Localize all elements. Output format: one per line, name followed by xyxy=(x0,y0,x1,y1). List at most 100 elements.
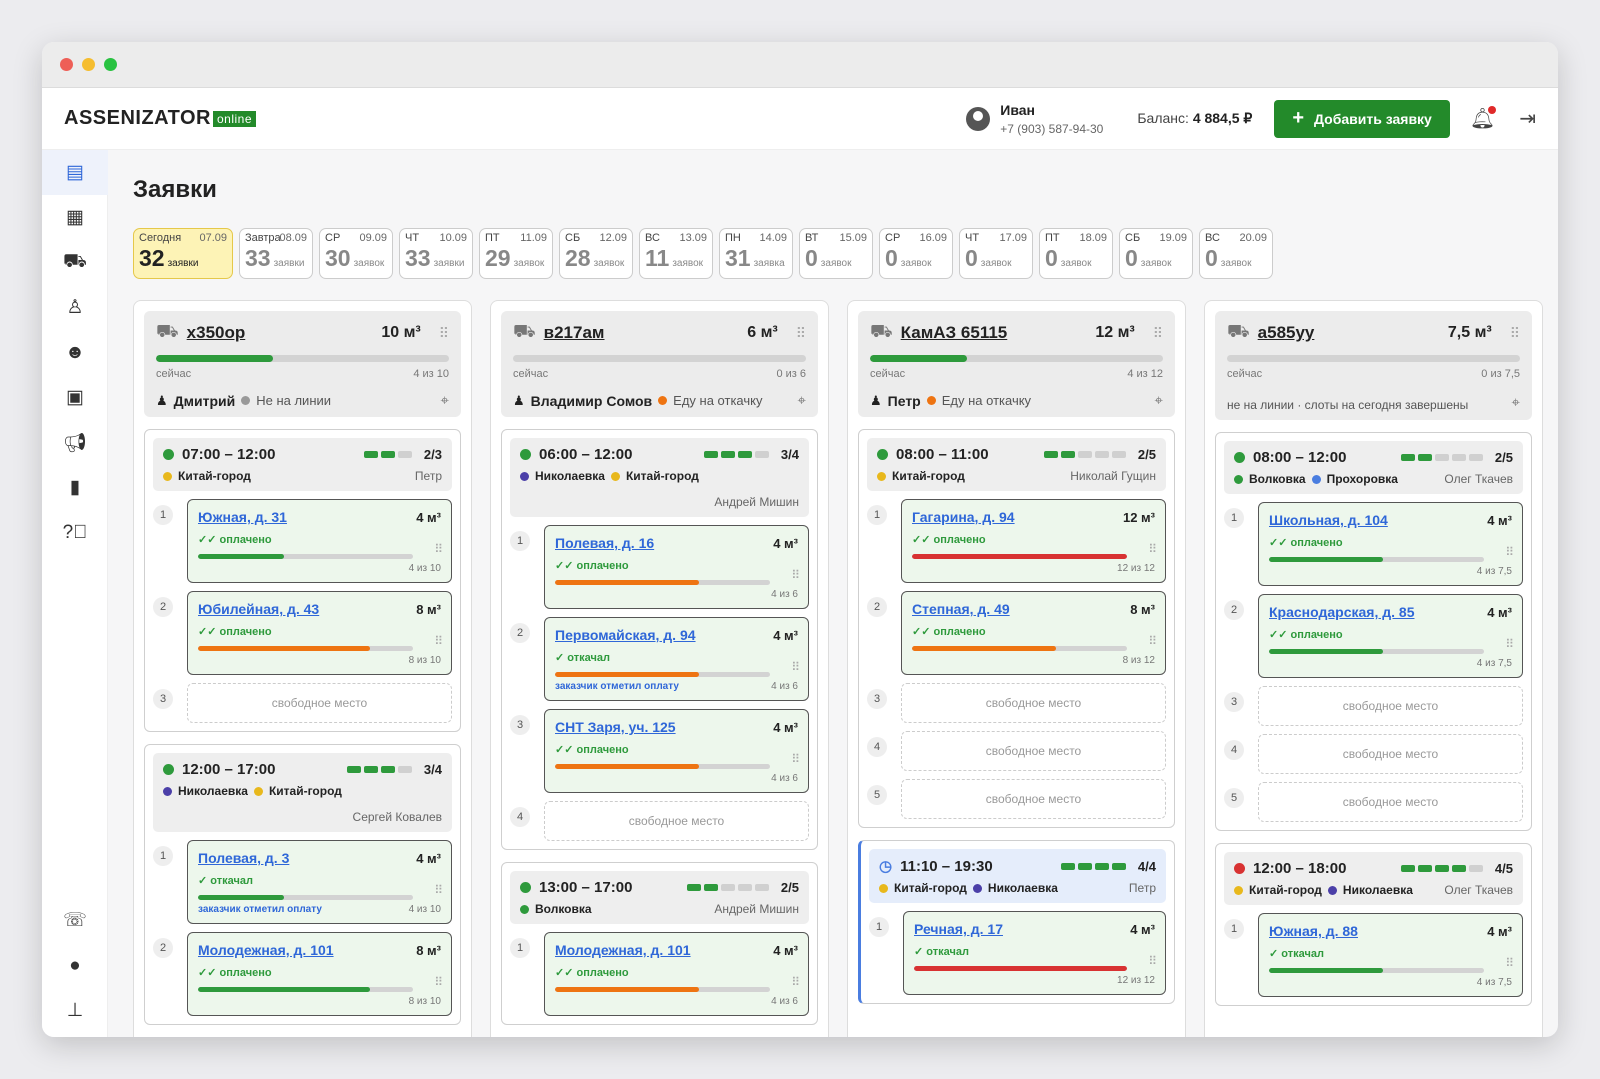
order-address-link[interactable]: Гагарина, д. 94 xyxy=(912,509,1015,525)
truck-plate[interactable]: х350ор xyxy=(187,323,246,343)
day-tab[interactable]: СР 09.09 30 заявок xyxy=(319,228,393,279)
drag-handle-icon[interactable]: ⠿ xyxy=(434,975,443,989)
day-tab[interactable]: СБ 12.09 28 заявок xyxy=(559,228,633,279)
sidebar-wallet-icon[interactable]: ▣ xyxy=(42,375,108,420)
order-address-link[interactable]: Краснодарская, д. 85 xyxy=(1269,604,1414,620)
slot-header[interactable]: 06:00 – 12:00 3/4 Николаевка Китай-город Анд… xyxy=(510,438,809,517)
free-slot[interactable]: свободное место xyxy=(1258,782,1523,822)
free-slot[interactable]: свободное место xyxy=(544,801,809,841)
free-slot[interactable]: свободное место xyxy=(1258,686,1523,726)
notifications-button[interactable]: 🔔︎ xyxy=(1470,106,1497,131)
drag-handle-icon[interactable]: ⠿ xyxy=(434,634,443,648)
sidebar-stats-icon[interactable]: ▮ xyxy=(42,465,108,510)
drag-handle-icon[interactable]: ⠿ xyxy=(1505,545,1514,559)
order-card[interactable]: Краснодарская, д. 85 4 м³ ✓✓ оплачено ⠿ 4 из… xyxy=(1258,594,1523,678)
day-tab[interactable]: СР 16.09 0 заявок xyxy=(879,228,953,279)
day-tab[interactable]: ВС 13.09 11 заявок xyxy=(639,228,713,279)
day-tab[interactable]: ЧТ 10.09 33 заявки xyxy=(399,228,473,279)
slot-header[interactable]: 12:00 – 18:00 4/5 Китай-город Николаевка Оле… xyxy=(1224,852,1523,905)
day-tab[interactable]: ПТ 18.09 0 заявок xyxy=(1039,228,1113,279)
logo[interactable]: ASSENIZATOR online xyxy=(64,107,257,130)
sidebar-calendar-icon[interactable]: ▦ xyxy=(42,195,108,240)
truck-plate[interactable]: в217ам xyxy=(544,323,605,343)
order-address-link[interactable]: Первомайская, д. 94 xyxy=(555,627,696,643)
sidebar-bus-icon[interactable]: ⛟ xyxy=(42,240,108,285)
sidebar-profile-icon[interactable]: ● xyxy=(42,943,108,988)
order-card[interactable]: Южная, д. 31 4 м³ ✓✓ оплачено ⠿ 4 из 10 xyxy=(187,499,452,583)
drag-handle-icon[interactable]: ⠿ xyxy=(791,975,800,989)
slot-header[interactable]: 13:00 – 17:00 2/5 Волковка Андрей Мишин xyxy=(510,871,809,924)
order-address-link[interactable]: Полевая, д. 3 xyxy=(198,850,289,866)
day-tab[interactable]: ВТ 15.09 0 заявок xyxy=(799,228,873,279)
drag-handle-icon[interactable]: ⠿ xyxy=(1148,634,1157,648)
free-slot[interactable]: свободное место xyxy=(901,683,1166,723)
drag-handle-icon[interactable]: ⠿ xyxy=(791,752,800,766)
location-pin-icon[interactable]: ⌖ xyxy=(441,392,449,409)
truck-plate[interactable]: КамАЗ 65115 xyxy=(901,323,1008,343)
truck-plate[interactable]: а585уу xyxy=(1258,323,1315,343)
order-card[interactable]: Молодежная, д. 101 8 м³ ✓✓ оплачено ⠿ 8 из 1… xyxy=(187,932,452,1016)
free-slot[interactable]: свободное место xyxy=(901,779,1166,819)
drag-handle-icon[interactable]: ⠿ xyxy=(1505,637,1514,651)
drag-handle-icon[interactable]: ⠿ xyxy=(796,325,806,342)
minimize-window-button[interactable] xyxy=(82,58,95,71)
free-slot[interactable]: свободное место xyxy=(901,731,1166,771)
day-tab[interactable]: Завтра 08.09 33 заявки xyxy=(239,228,313,279)
order-card[interactable]: Гагарина, д. 94 12 м³ ✓✓ оплачено ⠿ 12 из 12 xyxy=(901,499,1166,583)
sidebar-pin-icon[interactable]: ⊥ xyxy=(42,988,108,1033)
close-window-button[interactable] xyxy=(60,58,73,71)
order-address-link[interactable]: Молодежная, д. 101 xyxy=(198,942,334,958)
slot-header[interactable]: 08:00 – 12:00 2/5 Волковка Прохоровка Олег Т… xyxy=(1224,441,1523,494)
order-card[interactable]: Полевая, д. 34 м³ ✓ откачал ⠿ заказчик отме… xyxy=(187,840,452,924)
drag-handle-icon[interactable]: ⠿ xyxy=(791,660,800,674)
sidebar-megaphone-icon[interactable]: 📢︎ xyxy=(42,420,108,465)
order-card[interactable]: Степная, д. 49 8 м³ ✓✓ оплачено ⠿ 8 из 12 xyxy=(901,591,1166,675)
day-tab[interactable]: ЧТ 17.09 0 заявок xyxy=(959,228,1033,279)
drag-handle-icon[interactable]: ⠿ xyxy=(1148,954,1157,968)
slot-header[interactable]: 12:00 – 17:00 3/4 Николаевка Китай-город Сер… xyxy=(153,753,452,832)
day-tab[interactable]: ВС 20.09 0 заявок xyxy=(1199,228,1273,279)
day-tab[interactable]: ПН 14.09 31 заявка xyxy=(719,228,793,279)
drag-handle-icon[interactable]: ⠿ xyxy=(1153,325,1163,342)
order-address-link[interactable]: Школьная, д. 104 xyxy=(1269,512,1388,528)
logout-button[interactable]: ⇥ xyxy=(1519,106,1536,131)
drag-handle-icon[interactable]: ⠿ xyxy=(1148,542,1157,556)
order-address-link[interactable]: Южная, д. 31 xyxy=(198,509,287,525)
order-address-link[interactable]: Юбилейная, д. 43 xyxy=(198,601,319,617)
day-tab[interactable]: СБ 19.09 0 заявок xyxy=(1119,228,1193,279)
drag-handle-icon[interactable]: ⠿ xyxy=(439,325,449,342)
slot-header[interactable]: 07:00 – 12:00 2/3 Китай-город Петр xyxy=(153,438,452,491)
order-address-link[interactable]: Полевая, д. 16 xyxy=(555,535,654,551)
order-card[interactable]: Юбилейная, д. 43 8 м³ ✓✓ оплачено ⠿ 8 из 10 xyxy=(187,591,452,675)
order-address-link[interactable]: Степная, д. 49 xyxy=(912,601,1010,617)
free-slot[interactable]: свободное место xyxy=(1258,734,1523,774)
day-tab[interactable]: Сегодня 07.09 32 заявки xyxy=(133,228,233,279)
user-info[interactable]: Иван +7 (903) 587-94-30 xyxy=(966,102,1103,136)
order-card[interactable]: Полевая, д. 16 4 м³ ✓✓ оплачено ⠿ 4 из 6 xyxy=(544,525,809,609)
drag-handle-icon[interactable]: ⠿ xyxy=(434,542,443,556)
sidebar-driver-icon[interactable]: ♙ xyxy=(42,285,108,330)
order-address-link[interactable]: Молодежная, д. 101 xyxy=(555,942,691,958)
free-slot[interactable]: свободное место xyxy=(187,683,452,723)
location-pin-icon[interactable]: ⌖ xyxy=(1155,392,1163,409)
location-pin-icon[interactable]: ⌖ xyxy=(798,392,806,409)
maximize-window-button[interactable] xyxy=(104,58,117,71)
order-card[interactable]: Молодежная, д. 101 4 м³ ✓✓ оплачено ⠿ 4 из 6 xyxy=(544,932,809,1016)
sidebar-support-icon[interactable]: ☏ xyxy=(42,898,108,943)
add-order-button[interactable]: + Добавить заявку xyxy=(1274,99,1450,138)
day-tab[interactable]: ПТ 11.09 29 заявок xyxy=(479,228,553,279)
sidebar-help-icon[interactable]: ?⃝ xyxy=(42,510,108,555)
order-card[interactable]: Школьная, д. 104 4 м³ ✓✓ оплачено ⠿ 4 из 7,5 xyxy=(1258,502,1523,586)
slot-header[interactable]: ◷ 11:10 – 19:30 4/4 Китай-город Николаевка Пе… xyxy=(869,849,1166,903)
drag-handle-icon[interactable]: ⠿ xyxy=(434,883,443,897)
slot-header[interactable]: 08:00 – 11:00 2/5 Китай-город Николай Гущин xyxy=(867,438,1166,491)
order-address-link[interactable]: Речная, д. 17 xyxy=(914,921,1003,937)
order-address-link[interactable]: Южная, д. 88 xyxy=(1269,923,1358,939)
order-card[interactable]: Первомайская, д. 94 4 м³ ✓ откачал ⠿ заказчи… xyxy=(544,617,809,701)
order-address-link[interactable]: СНТ Заря, уч. 125 xyxy=(555,719,676,735)
order-card[interactable]: Южная, д. 88 4 м³ ✓ откачал ⠿ 4 из 7,5 xyxy=(1258,913,1523,997)
sidebar-users-icon[interactable]: ☻ xyxy=(42,330,108,375)
sidebar-orders-icon[interactable]: ▤ xyxy=(42,150,108,195)
order-card[interactable]: СНТ Заря, уч. 125 4 м³ ✓✓ оплачено ⠿ 4 из 6 xyxy=(544,709,809,793)
drag-handle-icon[interactable]: ⠿ xyxy=(791,568,800,582)
